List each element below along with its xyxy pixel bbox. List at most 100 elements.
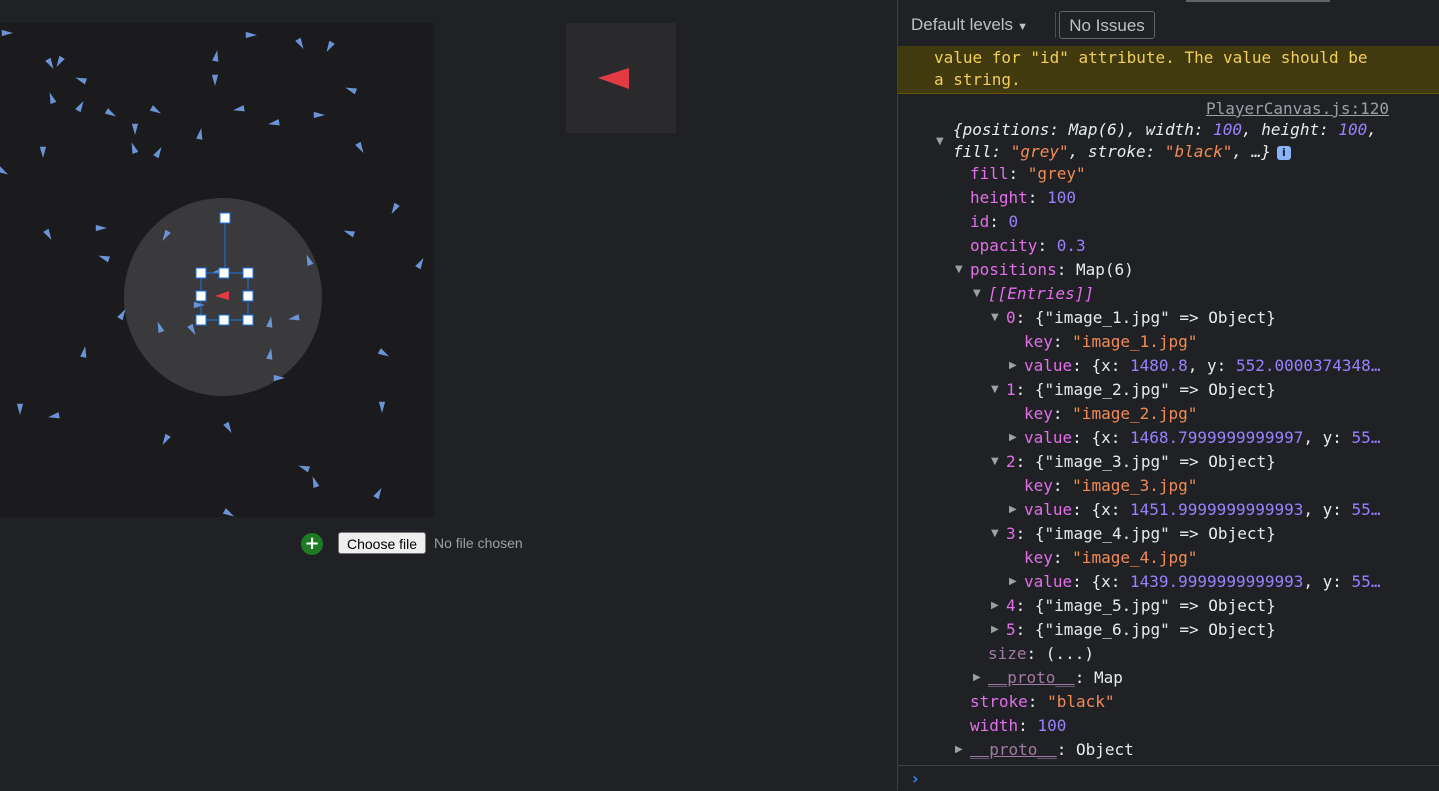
collapse-arrow-icon[interactable]: ▶	[1009, 428, 1017, 448]
app-area: + Choose file No file chosen	[0, 0, 897, 790]
summary-value: Map(6)	[1068, 120, 1127, 139]
collapse-arrow-icon[interactable]: ▶	[1009, 572, 1017, 592]
enemy-triangle	[162, 433, 171, 446]
object-summary-line2[interactable]: fill: "grey", stroke: "black", …} i	[953, 142, 1291, 162]
map-entry[interactable]: 3: {"image_4.jpg" => Object}	[1006, 524, 1276, 544]
resize-handle[interactable]	[195, 290, 207, 302]
collapse-arrow-icon[interactable]: ▶	[991, 620, 999, 640]
enemy-triangle	[222, 508, 235, 517]
game-canvas[interactable]	[0, 23, 434, 517]
console-input[interactable]: ›	[898, 765, 1439, 791]
enemy-triangle	[391, 202, 400, 215]
entry-name: {"image_2.jpg" => Object}	[1034, 380, 1276, 399]
entry-value-row[interactable]: value: {x: 1451.9999999999993, y: 55…	[1024, 500, 1380, 520]
expand-arrow-icon[interactable]: ▼	[955, 260, 963, 280]
enemy-triangle	[415, 257, 424, 270]
entry-value-label: value	[1024, 356, 1073, 375]
summary-key: stroke	[1087, 142, 1146, 161]
map-entry[interactable]: 5: {"image_6.jpg" => Object}	[1006, 620, 1276, 640]
expand-arrow-icon[interactable]: ▼	[991, 380, 999, 400]
enemy-triangle	[345, 87, 358, 95]
info-icon[interactable]: i	[1276, 145, 1291, 160]
add-button[interactable]: +	[301, 533, 323, 555]
entry-value-row[interactable]: value: {x: 1468.7999999999997, y: 55…	[1024, 428, 1380, 448]
enemy-triangle	[373, 487, 382, 500]
prop-height: height: 100	[970, 188, 1076, 207]
entry-name: {"image_1.jpg" => Object}	[1034, 308, 1276, 327]
enemy-triangle	[295, 37, 304, 50]
entry-name: {"image_3.jpg" => Object}	[1034, 452, 1276, 471]
toolbar-divider	[1055, 12, 1056, 38]
prop-value: 0	[1008, 212, 1019, 231]
map-entry[interactable]: 0: {"image_1.jpg" => Object}	[1006, 308, 1276, 328]
map-proto[interactable]: __proto__: Map	[988, 668, 1123, 688]
canvas-scene	[0, 29, 424, 517]
summary-key: fill	[953, 142, 992, 161]
expand-arrow-icon[interactable]: ▼	[991, 452, 999, 472]
resize-handle[interactable]	[242, 314, 254, 326]
entry-key-label: key	[1024, 332, 1053, 351]
resize-handle[interactable]	[218, 267, 230, 279]
enemy-triangle	[313, 111, 325, 119]
entry-index: 1	[1006, 380, 1016, 399]
resize-handle[interactable]	[195, 314, 207, 326]
resize-handle[interactable]	[218, 314, 230, 326]
prop-value: "grey"	[1027, 164, 1086, 183]
entries-node[interactable]: [[Entries]]	[988, 284, 1094, 304]
entry-value-row[interactable]: value: {x: 1480.8, y: 552.0000374348…	[1024, 356, 1380, 376]
entry-x-value: 1480.8	[1129, 356, 1188, 375]
resize-handle[interactable]	[242, 290, 254, 302]
entry-key-label: key	[1024, 548, 1053, 567]
expand-arrow-icon[interactable]: ▼	[991, 524, 999, 544]
issues-button[interactable]: No Issues	[1059, 11, 1155, 39]
log-levels-dropdown[interactable]: Default levels ▼	[911, 15, 1028, 35]
prop-value: Object	[1075, 740, 1134, 759]
entry-value-row[interactable]: value: {x: 1439.9999999999993, y: 55…	[1024, 572, 1380, 592]
entry-key-label: key	[1024, 476, 1053, 495]
enemy-triangle	[131, 142, 139, 155]
choose-file-button[interactable]: Choose file	[338, 532, 427, 554]
map-entry[interactable]: 1: {"image_2.jpg" => Object}	[1006, 380, 1276, 400]
expand-arrow-icon[interactable]: ▼	[973, 284, 981, 304]
object-proto[interactable]: __proto__: Object	[970, 740, 1134, 760]
log-source-link[interactable]: PlayerCanvas.js:120	[1206, 99, 1389, 118]
expand-arrow-icon[interactable]: ▼	[936, 132, 944, 152]
expand-arrow-icon[interactable]: ▼	[991, 308, 999, 328]
enemy-triangle	[45, 57, 54, 70]
enemy-triangle	[153, 146, 162, 159]
prop-key: stroke	[970, 692, 1028, 711]
summary-value: 100	[1338, 120, 1368, 139]
entry-x-value: 1468.7999999999997	[1129, 428, 1304, 447]
collapse-arrow-icon[interactable]: ▶	[1009, 356, 1017, 376]
entry-index: 4	[1006, 596, 1016, 615]
entry-index: 0	[1006, 308, 1016, 327]
object-summary-line1[interactable]: {positions: Map(6), width: 100, height: …	[953, 120, 1377, 140]
summary-key: width	[1145, 120, 1194, 139]
prop-key: __proto__	[970, 740, 1057, 759]
collapse-arrow-icon[interactable]: ▶	[1009, 500, 1017, 520]
entry-key-value: "image_1.jpg"	[1072, 332, 1198, 351]
prompt-icon: ›	[912, 769, 919, 788]
warning-message: value for "id" attribute. The value shou…	[898, 46, 1439, 94]
entry-key-value: "image_3.jpg"	[1072, 476, 1198, 495]
entry-value-label: value	[1024, 500, 1073, 519]
prop-key: size	[988, 644, 1027, 663]
collapse-arrow-icon[interactable]: ▶	[973, 668, 981, 688]
entry-name: {"image_6.jpg" => Object}	[1034, 620, 1276, 639]
enemy-triangle	[16, 403, 24, 415]
collapse-arrow-icon[interactable]: ▶	[991, 596, 999, 616]
resize-handle[interactable]	[242, 267, 254, 279]
resize-handle[interactable]	[219, 212, 231, 224]
entry-x-value: 1451.9999999999993	[1129, 500, 1304, 519]
prop-positions[interactable]: positions: Map(6)	[970, 260, 1134, 280]
resize-handle[interactable]	[195, 267, 207, 279]
entry-x-value: 1439.9999999999993	[1129, 572, 1304, 591]
map-entry[interactable]: 4: {"image_5.jpg" => Object}	[1006, 596, 1276, 616]
collapse-arrow-icon[interactable]: ▶	[955, 740, 963, 760]
enemy-triangle	[95, 224, 107, 232]
entry-x-key: {x:	[1091, 572, 1121, 591]
entry-index: 5	[1006, 620, 1016, 639]
map-entry[interactable]: 2: {"image_3.jpg" => Object}	[1006, 452, 1276, 472]
summary-key: positions	[962, 120, 1050, 139]
enemy-triangle	[211, 74, 219, 86]
